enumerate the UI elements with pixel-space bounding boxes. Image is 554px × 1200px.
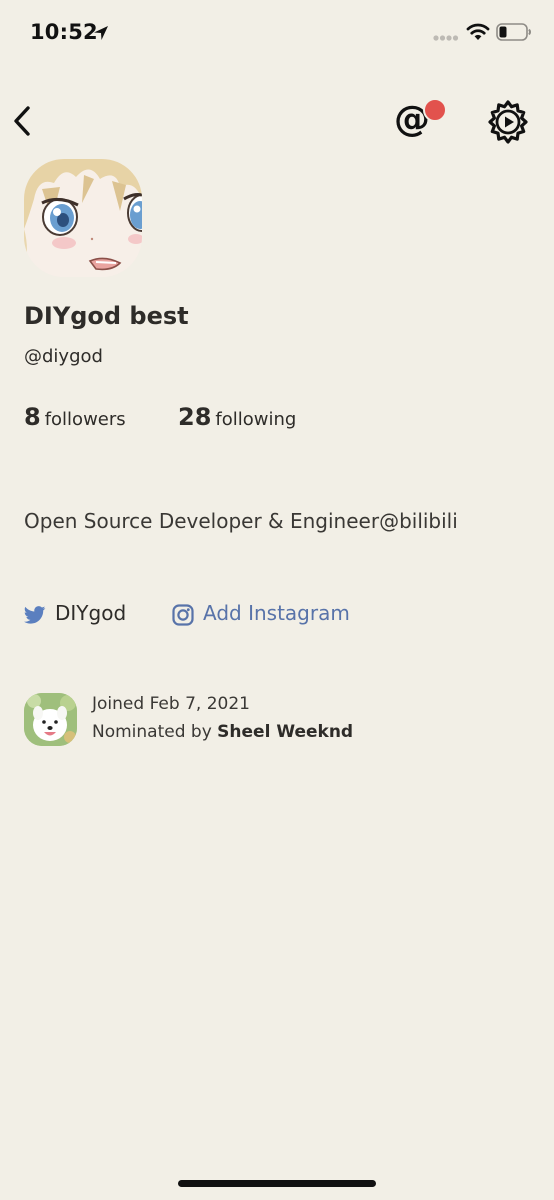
gear-play-icon	[488, 100, 528, 144]
joined-info: Joined Feb 7, 2021 Nominated by Sheel We…	[24, 692, 524, 748]
followers-label: followers	[44, 409, 126, 430]
nominator-avatar-image	[24, 693, 77, 746]
wifi-icon	[466, 23, 490, 40]
nominator-name-link[interactable]: Sheel Weeknd	[217, 722, 353, 742]
following-label: following	[215, 409, 297, 430]
nominator-avatar[interactable]	[24, 693, 77, 746]
joined-date: Joined Feb 7, 2021	[92, 694, 250, 714]
settings-button[interactable]	[486, 100, 530, 144]
home-indicator	[178, 1180, 376, 1187]
location-arrow-icon	[94, 26, 108, 40]
status-bar: 10:52	[0, 0, 554, 64]
instagram-icon	[172, 604, 194, 626]
profile-avatar-image	[24, 159, 142, 277]
twitter-bird-icon	[24, 606, 46, 624]
chevron-left-icon	[14, 106, 30, 136]
back-button[interactable]	[8, 102, 40, 140]
following-count: 28	[178, 403, 212, 431]
profile-bio: Open Source Developer & Engineer@bilibil…	[24, 509, 458, 533]
followers-link[interactable]: 8 followers	[24, 403, 126, 431]
profile-name: DIYgod best	[24, 302, 189, 330]
following-link[interactable]: 28 following	[178, 403, 296, 431]
nominated-by: Nominated by Sheel Weeknd	[92, 722, 353, 742]
cellular-signal-icon	[433, 35, 459, 41]
nominated-by-prefix: Nominated by	[92, 722, 218, 742]
profile-avatar[interactable]	[24, 159, 142, 277]
profile-handle: @diygod	[24, 346, 103, 367]
battery-icon	[496, 23, 531, 41]
add-instagram-label: Add Instagram	[203, 601, 350, 625]
social-links: DIYgod Add Instagram	[24, 600, 524, 632]
twitter-handle: DIYgod	[55, 601, 127, 625]
followers-count: 8	[24, 403, 41, 431]
status-time: 10:52	[30, 20, 98, 44]
mentions-button[interactable]: @	[392, 98, 447, 146]
notification-dot	[423, 98, 447, 122]
